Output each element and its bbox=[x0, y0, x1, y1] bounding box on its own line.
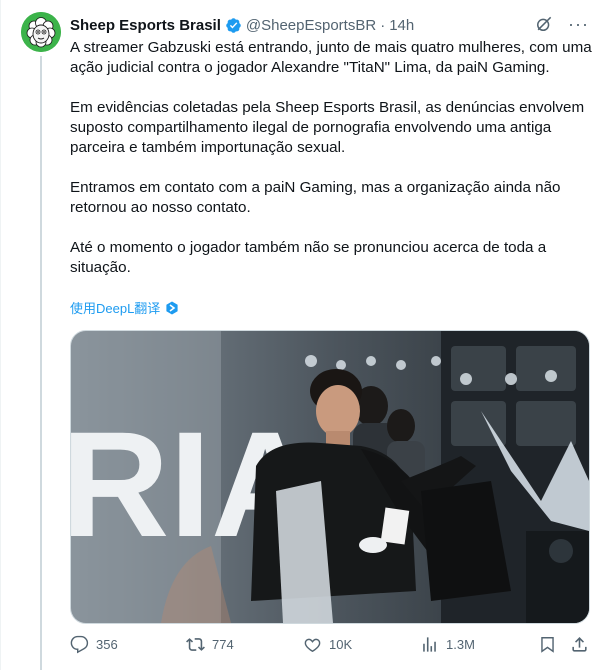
translate-icon bbox=[166, 301, 178, 314]
repost-count: 774 bbox=[212, 636, 234, 652]
tweet-timestamp[interactable]: 14h bbox=[389, 17, 414, 34]
thread-line bbox=[40, 56, 42, 670]
translate-label[interactable]: 使用DeepL翻译 bbox=[70, 298, 160, 317]
like-button[interactable]: 10K bbox=[303, 635, 352, 654]
grok-icon[interactable] bbox=[534, 14, 554, 34]
bookmark-button[interactable] bbox=[538, 635, 557, 654]
translate-link[interactable]: 使用DeepL翻译 bbox=[70, 298, 179, 317]
sheep-avatar-icon bbox=[21, 12, 61, 52]
bookmark-icon bbox=[541, 636, 554, 653]
views-button[interactable]: 1.3M bbox=[420, 635, 475, 654]
tweet-header: Sheep Esports Brasil @SheepEsportsBR · 1… bbox=[70, 14, 414, 36]
author-name[interactable]: Sheep Esports Brasil bbox=[70, 17, 221, 34]
esports-player-photo: RIA bbox=[71, 331, 589, 623]
separator-dot: · bbox=[380, 16, 386, 34]
reply-count: 356 bbox=[96, 636, 118, 652]
tweet-actions: 356 774 10K 1.3M bbox=[70, 634, 588, 654]
share-icon bbox=[572, 636, 587, 652]
tweet-paragraph: Entramos em contato com a paiN Gaming, m… bbox=[70, 179, 561, 216]
reply-icon bbox=[70, 635, 89, 653]
tweet-media-image[interactable]: RIA bbox=[70, 330, 590, 624]
tweet-paragraph: Até o momento o jogador também não se pr… bbox=[70, 239, 547, 276]
tweet-paragraph: Em evidências coletadas pela Sheep Espor… bbox=[70, 99, 585, 156]
repost-icon bbox=[186, 637, 205, 651]
tweet-paragraph: A streamer Gabzuski está entrando, junto… bbox=[70, 39, 592, 76]
like-count: 10K bbox=[329, 636, 353, 652]
reply-button[interactable]: 356 bbox=[70, 635, 118, 654]
verified-badge-icon bbox=[226, 17, 241, 33]
tweet-text: A streamer Gabzuski está entrando, junto… bbox=[70, 38, 592, 298]
author-handle[interactable]: @SheepEsportsBR bbox=[246, 17, 376, 34]
repost-button[interactable]: 774 bbox=[186, 635, 234, 654]
top-actions: ··· bbox=[534, 14, 589, 34]
views-icon bbox=[423, 636, 436, 652]
like-icon bbox=[304, 638, 321, 652]
more-icon[interactable]: ··· bbox=[568, 15, 589, 33]
tweet[interactable]: Sheep Esports Brasil @SheepEsportsBR · 1… bbox=[0, 0, 605, 670]
views-count: 1.3M bbox=[446, 636, 475, 652]
author-avatar[interactable] bbox=[21, 12, 61, 52]
share-button[interactable] bbox=[570, 635, 589, 654]
